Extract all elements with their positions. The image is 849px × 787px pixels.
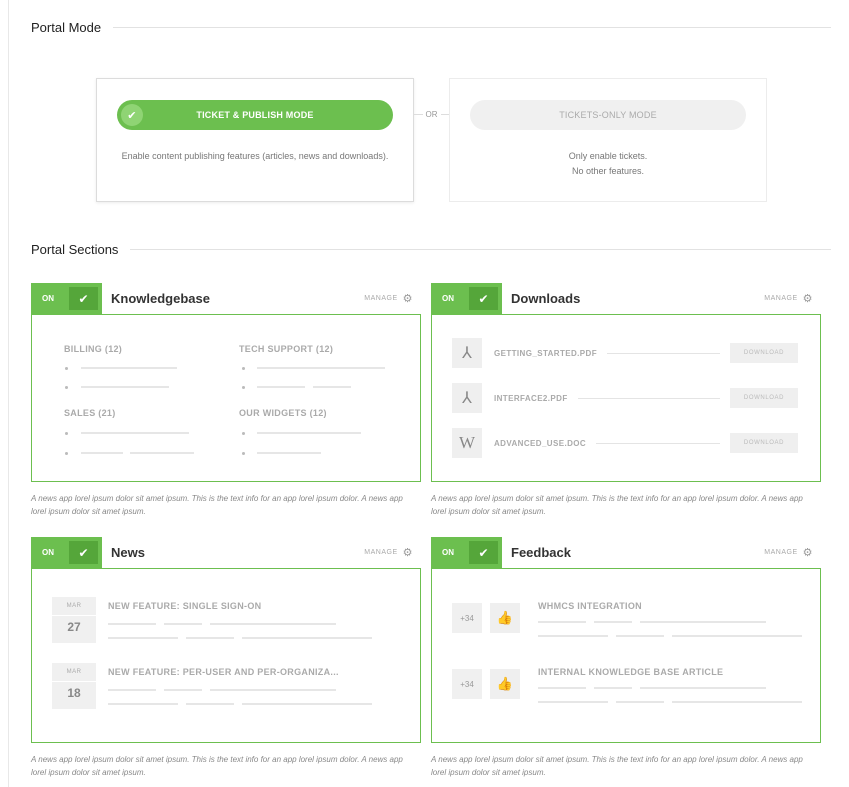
kb-category[interactable]: TECH SUPPORT (12) bbox=[239, 344, 333, 354]
knowledgebase-manage-link[interactable]: MANAGE ⚙ bbox=[364, 292, 413, 305]
gear-icon: ⚙ bbox=[802, 293, 813, 305]
portal-mode-header: Portal Mode bbox=[31, 20, 831, 35]
download-button[interactable]: DOWNLOAD bbox=[730, 343, 798, 363]
check-icon: ✔ bbox=[469, 287, 498, 310]
news-manage-link[interactable]: MANAGE ⚙ bbox=[364, 546, 413, 559]
news-body: MAR 27 NEW FEATURE: SINGLE SIGN-ON MAR 1… bbox=[31, 568, 421, 743]
vote-count: +34 bbox=[452, 669, 482, 699]
pdf-icon: ⅄ bbox=[452, 383, 482, 413]
file-name[interactable]: INTERFACE2.PDF bbox=[494, 394, 568, 403]
check-icon: ✔ bbox=[69, 287, 98, 310]
ticket-publish-mode-card[interactable]: ✔ TICKET & PUBLISH MODE Enable content p… bbox=[96, 78, 414, 202]
knowledgebase-title: Knowledgebase bbox=[111, 291, 210, 306]
downloads-manage-link[interactable]: MANAGE ⚙ bbox=[764, 292, 813, 305]
news-section: ON ✔ News MANAGE ⚙ MAR 27 NEW FEATURE: S… bbox=[31, 537, 421, 779]
news-date: MAR 27 bbox=[52, 597, 96, 643]
download-button[interactable]: DOWNLOAD bbox=[730, 433, 798, 453]
date-month: MAR bbox=[66, 603, 82, 609]
tickets-only-mode-card[interactable]: TICKETS-ONLY MODE Only enable tickets. N… bbox=[449, 78, 767, 202]
kb-category[interactable]: SALES (21) bbox=[64, 408, 116, 418]
section-note: A news app lorel ipsum dolor sit amet ip… bbox=[431, 755, 803, 777]
header-rule bbox=[113, 27, 831, 28]
tickets-only-mode-description: Only enable tickets. No other features. bbox=[464, 149, 752, 179]
toggle-on-label: ON bbox=[442, 294, 454, 303]
gear-icon: ⚙ bbox=[402, 547, 413, 559]
tickets-only-mode-label: TICKETS-ONLY MODE bbox=[559, 110, 657, 120]
knowledgebase-body: BILLING (12) TECH SUPPORT (12) SALES (21… bbox=[31, 314, 421, 482]
date-day: 27 bbox=[52, 615, 96, 634]
ticket-publish-mode-label: TICKET & PUBLISH MODE bbox=[196, 110, 314, 120]
check-icon: ✔ bbox=[469, 541, 498, 564]
manage-label: MANAGE bbox=[764, 295, 798, 302]
portal-mode-heading: Portal Mode bbox=[31, 20, 102, 35]
kb-category[interactable]: BILLING (12) bbox=[64, 344, 122, 354]
file-name[interactable]: GETTING_STARTED.PDF bbox=[494, 349, 597, 358]
toggle-on-label: ON bbox=[42, 294, 54, 303]
word-doc-icon: W bbox=[452, 428, 482, 458]
ticket-publish-mode-description: Enable content publishing features (arti… bbox=[121, 151, 389, 161]
ticket-publish-mode-button[interactable]: ✔ TICKET & PUBLISH MODE bbox=[117, 100, 393, 130]
pdf-icon: ⅄ bbox=[452, 338, 482, 368]
thumbs-up-icon[interactable]: 👍 bbox=[490, 669, 520, 699]
news-item-title[interactable]: NEW FEATURE: SINGLE SIGN-ON bbox=[108, 601, 261, 611]
download-row: ⅄ GETTING_STARTED.PDF DOWNLOAD bbox=[452, 338, 798, 368]
downloads-title: Downloads bbox=[511, 291, 581, 306]
feedback-item-title[interactable]: INTERNAL KNOWLEDGE BASE ARTICLE bbox=[538, 667, 723, 677]
left-border bbox=[8, 0, 9, 787]
section-note: A news app lorel ipsum dolor sit amet ip… bbox=[31, 494, 403, 516]
gear-icon: ⚙ bbox=[802, 547, 813, 559]
download-row: W ADVANCED_USE.DOC DOWNLOAD bbox=[452, 428, 798, 458]
thumbs-up-icon[interactable]: 👍 bbox=[490, 603, 520, 633]
knowledgebase-section: ON ✔ Knowledgebase MANAGE ⚙ BILLING (12)… bbox=[31, 283, 421, 518]
manage-label: MANAGE bbox=[364, 295, 398, 302]
description-line: Only enable tickets. bbox=[568, 151, 648, 161]
file-name[interactable]: ADVANCED_USE.DOC bbox=[494, 439, 586, 448]
toggle-on-label: ON bbox=[442, 548, 454, 557]
feedback-title: Feedback bbox=[511, 545, 571, 560]
date-day: 18 bbox=[52, 681, 96, 700]
header-rule bbox=[130, 249, 831, 250]
manage-label: MANAGE bbox=[764, 549, 798, 556]
news-toggle[interactable]: ON ✔ bbox=[31, 537, 102, 568]
feedback-section: ON ✔ Feedback MANAGE ⚙ +34 👍 WHMCS INTEG… bbox=[431, 537, 821, 779]
description-line: No other features. bbox=[571, 166, 645, 176]
feedback-body: +34 👍 WHMCS INTEGRATION +34 👍 INTERNAL K… bbox=[431, 568, 821, 743]
or-label: OR bbox=[425, 110, 438, 119]
news-date: MAR 18 bbox=[52, 663, 96, 709]
vote-count: +34 bbox=[452, 603, 482, 633]
news-title: News bbox=[111, 545, 145, 560]
downloads-section: ON ✔ Downloads MANAGE ⚙ ⅄ GETTING_STARTE… bbox=[431, 283, 821, 518]
section-note: A news app lorel ipsum dolor sit amet ip… bbox=[431, 494, 803, 516]
downloads-body: ⅄ GETTING_STARTED.PDF DOWNLOAD ⅄ INTERFA… bbox=[431, 314, 821, 482]
news-item-title[interactable]: NEW FEATURE: PER-USER AND PER-ORGANIZA..… bbox=[108, 667, 339, 677]
date-month: MAR bbox=[66, 669, 82, 675]
downloads-toggle[interactable]: ON ✔ bbox=[431, 283, 502, 314]
portal-sections-heading: Portal Sections bbox=[31, 242, 119, 257]
portal-sections-header: Portal Sections bbox=[31, 242, 831, 257]
check-icon: ✔ bbox=[69, 541, 98, 564]
kb-category[interactable]: OUR WIDGETS (12) bbox=[239, 408, 327, 418]
feedback-toggle[interactable]: ON ✔ bbox=[431, 537, 502, 568]
tickets-only-mode-button[interactable]: TICKETS-ONLY MODE bbox=[470, 100, 746, 130]
gear-icon: ⚙ bbox=[402, 293, 413, 305]
or-separator: OR bbox=[414, 110, 449, 119]
feedback-item-title[interactable]: WHMCS INTEGRATION bbox=[538, 601, 642, 611]
check-icon: ✔ bbox=[121, 104, 143, 126]
section-note: A news app lorel ipsum dolor sit amet ip… bbox=[31, 755, 403, 777]
knowledgebase-toggle[interactable]: ON ✔ bbox=[31, 283, 102, 314]
feedback-manage-link[interactable]: MANAGE ⚙ bbox=[764, 546, 813, 559]
download-row: ⅄ INTERFACE2.PDF DOWNLOAD bbox=[452, 383, 798, 413]
toggle-on-label: ON bbox=[42, 548, 54, 557]
manage-label: MANAGE bbox=[364, 549, 398, 556]
download-button[interactable]: DOWNLOAD bbox=[730, 388, 798, 408]
